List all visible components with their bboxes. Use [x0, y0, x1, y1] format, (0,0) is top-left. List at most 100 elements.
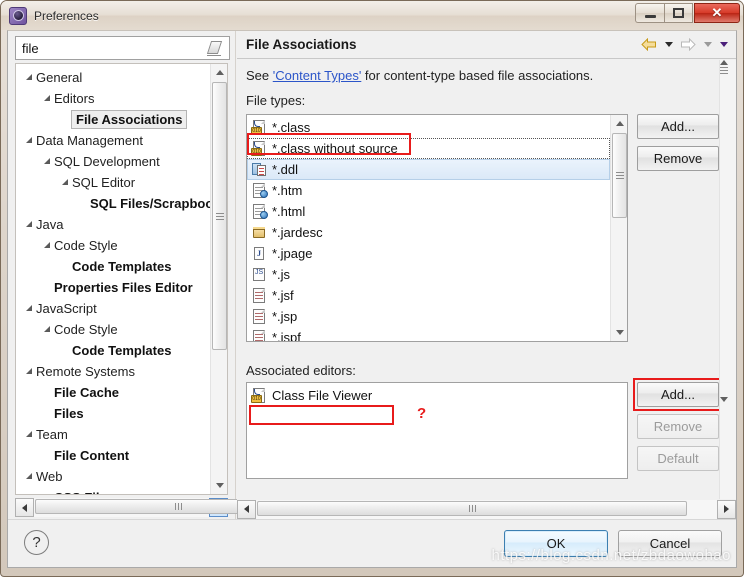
sidebar-item-general[interactable]: General — [16, 67, 209, 88]
file-type-row[interactable]: 010 *.class without source — [247, 138, 610, 159]
expander-collapse-icon[interactable] — [22, 73, 36, 82]
forward-history-chevron-down-icon[interactable] — [701, 35, 714, 53]
sidebar-item-properties-files-editor[interactable]: Properties Files Editor — [16, 277, 209, 298]
scroll-left-button[interactable] — [237, 499, 256, 519]
back-arrow-icon[interactable] — [639, 35, 659, 53]
sidebar-item-sql-editor[interactable]: SQL Editor — [16, 172, 209, 193]
sidebar-item-sql-development[interactable]: SQL Development — [16, 151, 209, 172]
sidebar-item-editors[interactable]: Editors — [16, 88, 209, 109]
sidebar-item-remote-systems[interactable]: Remote Systems — [16, 361, 209, 382]
jar-file-icon — [251, 225, 268, 240]
scrollbar-thumb[interactable] — [212, 82, 227, 350]
sidebar-item-file-cache[interactable]: File Cache — [16, 382, 209, 403]
file-type-row[interactable]: *.html — [247, 201, 610, 222]
content-types-link[interactable]: 'Content Types' — [273, 68, 362, 83]
file-types-list[interactable]: 010 *.class 010 *.class without source *.ddl… — [246, 114, 628, 342]
expander-collapse-icon[interactable] — [22, 472, 36, 481]
close-button[interactable]: ✕ — [694, 3, 740, 23]
expander-collapse-icon[interactable] — [22, 367, 36, 376]
hscroll-track[interactable] — [256, 499, 717, 519]
sidebar-item-data-management[interactable]: Data Management — [16, 130, 209, 151]
ok-button[interactable]: OK — [504, 530, 608, 557]
file-type-label: *.js — [272, 267, 291, 282]
eraser-icon[interactable] — [205, 40, 225, 56]
jsp-file-icon — [251, 309, 268, 324]
scroll-up-button[interactable] — [611, 115, 627, 132]
sidebar-item-label: Data Management — [36, 133, 143, 148]
expander-collapse-icon[interactable] — [22, 136, 36, 145]
sidebar-item-label: File Associations — [71, 110, 188, 129]
sidebar-item-file-content[interactable]: File Content — [16, 445, 209, 466]
expander-collapse-icon[interactable] — [22, 304, 36, 313]
scroll-down-button[interactable] — [720, 397, 736, 402]
associated-editor-row[interactable]: 010 Class File Viewer — [247, 385, 625, 406]
sidebar-item-code-templates[interactable]: Code Templates — [16, 340, 209, 361]
sidebar-item-code-templates[interactable]: Code Templates — [16, 256, 209, 277]
file-type-row[interactable]: *.jsf — [247, 285, 610, 306]
file-type-row[interactable]: *.htm — [247, 180, 610, 201]
file-types-add-button[interactable]: Add... — [637, 114, 719, 139]
expander-collapse-icon[interactable] — [40, 241, 54, 250]
sidebar-item-javascript[interactable]: JavaScript — [16, 298, 209, 319]
hscroll-track[interactable] — [34, 498, 321, 517]
expander-collapse-icon[interactable] — [40, 94, 54, 103]
sidebar-item-label: Team — [36, 427, 68, 442]
file-type-row[interactable]: *.jardesc — [247, 222, 610, 243]
scrollbar-thumb[interactable] — [612, 133, 627, 218]
window-controls: ✕ — [635, 3, 740, 23]
file-type-row[interactable]: *.jsp — [247, 306, 610, 327]
file-type-row[interactable]: *.jspf — [247, 327, 610, 341]
forward-arrow-icon[interactable] — [678, 35, 698, 53]
scroll-up-button[interactable] — [211, 64, 227, 81]
tree-horizontal-scrollbar[interactable] — [15, 498, 321, 517]
scroll-up-button[interactable] — [720, 60, 736, 65]
file-type-row[interactable]: *.ddl — [247, 159, 610, 180]
preferences-tree[interactable]: General Editors File Associations Data Mana… — [15, 63, 228, 495]
sidebar-item-team[interactable]: Team — [16, 424, 209, 445]
sidebar-item-web[interactable]: Web — [16, 466, 209, 487]
expander-collapse-icon[interactable] — [58, 178, 72, 187]
cancel-button[interactable]: Cancel — [618, 530, 722, 557]
scroll-down-button[interactable] — [211, 477, 227, 494]
sidebar-item-files[interactable]: Files — [16, 403, 209, 424]
file-type-label: *.html — [272, 204, 306, 219]
scroll-right-button[interactable] — [717, 499, 736, 519]
view-menu-chevron-down-icon[interactable] — [717, 35, 730, 53]
tree-vertical-scrollbar[interactable] — [210, 64, 227, 494]
scroll-left-button[interactable] — [15, 498, 34, 517]
hscroll-thumb[interactable] — [257, 500, 687, 516]
tree-items: General Editors File Associations Data Mana… — [16, 67, 221, 494]
back-history-chevron-down-icon[interactable] — [662, 35, 675, 53]
filter-field[interactable]: file — [15, 36, 230, 60]
sidebar-item-sql-files-scrapbook[interactable]: SQL Files/Scrapbook — [16, 193, 221, 214]
associated-editors-list[interactable]: 010 Class File Viewer — [246, 382, 628, 479]
sidebar-item-code-style[interactable]: Code Style — [16, 319, 209, 340]
maximize-button[interactable] — [664, 3, 693, 23]
associated-editors-add-button[interactable]: Add... — [637, 382, 719, 407]
help-button[interactable]: ? — [24, 530, 49, 555]
file-type-row[interactable]: J *.jpage — [247, 243, 610, 264]
sidebar-item-code-style[interactable]: Code Style — [16, 235, 209, 256]
expander-collapse-icon[interactable] — [40, 157, 54, 166]
expander-collapse-icon[interactable] — [22, 220, 36, 229]
window-titlebar[interactable]: Preferences ✕ — [1, 1, 743, 30]
file-type-row[interactable]: *.js — [247, 264, 610, 285]
page-vertical-scrollbar[interactable] — [719, 60, 736, 499]
sidebar-item-css-files[interactable]: CSS Files — [16, 487, 209, 494]
file-types-vertical-scrollbar[interactable] — [610, 115, 627, 341]
file-types-remove-button[interactable]: Remove — [637, 146, 719, 171]
file-type-row[interactable]: 010 *.class — [247, 117, 610, 138]
html-file-icon — [251, 183, 268, 198]
page-horizontal-scrollbar[interactable] — [237, 499, 736, 519]
minimize-button[interactable] — [635, 3, 664, 23]
scrollbar-thumb[interactable] — [720, 67, 736, 397]
maximize-icon — [673, 8, 684, 18]
sidebar-item-java[interactable]: Java — [16, 214, 209, 235]
filter-input[interactable]: file — [16, 41, 205, 56]
expander-collapse-icon[interactable] — [40, 325, 54, 334]
expander-collapse-icon[interactable] — [22, 430, 36, 439]
file-type-label: *.class without source — [272, 141, 398, 156]
sidebar-item-file-associations[interactable]: File Associations — [16, 109, 209, 130]
scroll-down-button[interactable] — [611, 324, 627, 341]
sidebar-item-label: Editors — [54, 91, 95, 106]
